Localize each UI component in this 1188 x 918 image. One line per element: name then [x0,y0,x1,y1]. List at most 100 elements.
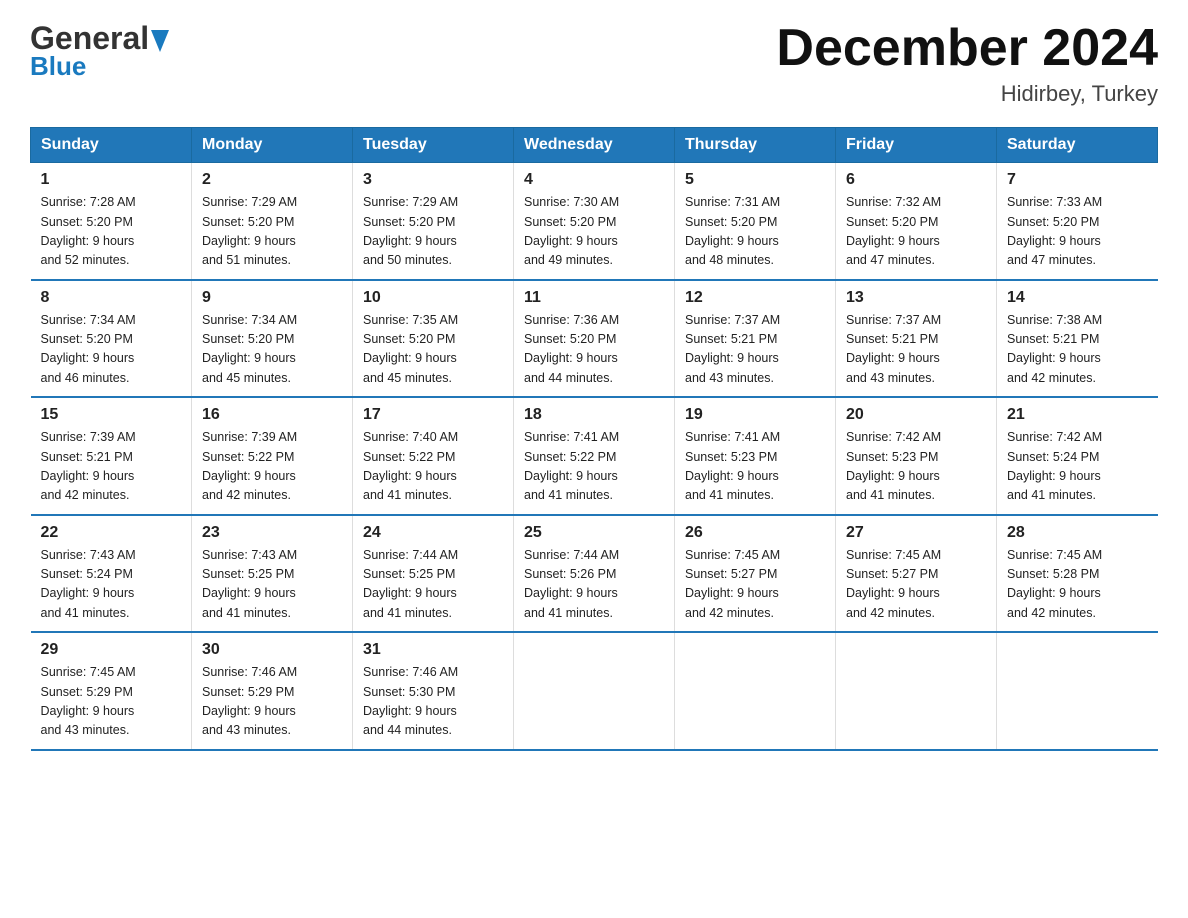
calendar-day-cell: 21 Sunrise: 7:42 AMSunset: 5:24 PMDaylig… [997,397,1158,515]
day-info: Sunrise: 7:45 AMSunset: 5:29 PMDaylight:… [41,663,182,741]
calendar-day-cell: 4 Sunrise: 7:30 AMSunset: 5:20 PMDayligh… [514,163,675,280]
calendar-day-cell: 8 Sunrise: 7:34 AMSunset: 5:20 PMDayligh… [31,280,192,398]
calendar-week-row: 1 Sunrise: 7:28 AMSunset: 5:20 PMDayligh… [31,163,1158,280]
day-number: 31 [363,641,503,659]
day-info: Sunrise: 7:44 AMSunset: 5:26 PMDaylight:… [524,546,664,624]
day-info: Sunrise: 7:41 AMSunset: 5:22 PMDaylight:… [524,428,664,506]
calendar-day-cell [675,632,836,750]
day-info: Sunrise: 7:42 AMSunset: 5:24 PMDaylight:… [1007,428,1148,506]
location-text: Hidirbey, Turkey [776,81,1158,107]
day-info: Sunrise: 7:34 AMSunset: 5:20 PMDaylight:… [202,311,342,389]
calendar-day-header: Monday [192,128,353,163]
calendar-day-cell: 30 Sunrise: 7:46 AMSunset: 5:29 PMDaylig… [192,632,353,750]
calendar-day-cell: 23 Sunrise: 7:43 AMSunset: 5:25 PMDaylig… [192,515,353,633]
calendar-day-cell: 19 Sunrise: 7:41 AMSunset: 5:23 PMDaylig… [675,397,836,515]
day-info: Sunrise: 7:31 AMSunset: 5:20 PMDaylight:… [685,193,825,271]
day-info: Sunrise: 7:29 AMSunset: 5:20 PMDaylight:… [202,193,342,271]
day-info: Sunrise: 7:39 AMSunset: 5:21 PMDaylight:… [41,428,182,506]
calendar-day-header: Wednesday [514,128,675,163]
day-info: Sunrise: 7:46 AMSunset: 5:29 PMDaylight:… [202,663,342,741]
calendar-day-header: Saturday [997,128,1158,163]
day-info: Sunrise: 7:33 AMSunset: 5:20 PMDaylight:… [1007,193,1148,271]
calendar-day-cell [514,632,675,750]
calendar-day-cell [836,632,997,750]
day-number: 17 [363,406,503,424]
day-number: 19 [685,406,825,424]
day-number: 28 [1007,524,1148,542]
day-info: Sunrise: 7:32 AMSunset: 5:20 PMDaylight:… [846,193,986,271]
day-info: Sunrise: 7:39 AMSunset: 5:22 PMDaylight:… [202,428,342,506]
day-info: Sunrise: 7:46 AMSunset: 5:30 PMDaylight:… [363,663,503,741]
calendar-day-cell: 27 Sunrise: 7:45 AMSunset: 5:27 PMDaylig… [836,515,997,633]
calendar-day-cell: 26 Sunrise: 7:45 AMSunset: 5:27 PMDaylig… [675,515,836,633]
day-info: Sunrise: 7:45 AMSunset: 5:27 PMDaylight:… [685,546,825,624]
calendar-day-cell: 29 Sunrise: 7:45 AMSunset: 5:29 PMDaylig… [31,632,192,750]
calendar-day-cell: 10 Sunrise: 7:35 AMSunset: 5:20 PMDaylig… [353,280,514,398]
month-title: December 2024 [776,20,1158,77]
calendar-day-cell: 20 Sunrise: 7:42 AMSunset: 5:23 PMDaylig… [836,397,997,515]
day-number: 29 [41,641,182,659]
day-number: 23 [202,524,342,542]
calendar-day-cell: 18 Sunrise: 7:41 AMSunset: 5:22 PMDaylig… [514,397,675,515]
page-header: General Blue December 2024 Hidirbey, Tur… [30,20,1158,107]
day-info: Sunrise: 7:37 AMSunset: 5:21 PMDaylight:… [846,311,986,389]
day-number: 13 [846,289,986,307]
day-number: 27 [846,524,986,542]
day-number: 24 [363,524,503,542]
day-number: 20 [846,406,986,424]
title-block: December 2024 Hidirbey, Turkey [776,20,1158,107]
day-number: 14 [1007,289,1148,307]
logo: General Blue [30,20,169,82]
day-number: 22 [41,524,182,542]
day-info: Sunrise: 7:28 AMSunset: 5:20 PMDaylight:… [41,193,182,271]
day-info: Sunrise: 7:29 AMSunset: 5:20 PMDaylight:… [363,193,503,271]
logo-triangle-icon [151,30,169,52]
day-info: Sunrise: 7:45 AMSunset: 5:27 PMDaylight:… [846,546,986,624]
calendar-day-cell: 22 Sunrise: 7:43 AMSunset: 5:24 PMDaylig… [31,515,192,633]
day-info: Sunrise: 7:45 AMSunset: 5:28 PMDaylight:… [1007,546,1148,624]
day-info: Sunrise: 7:40 AMSunset: 5:22 PMDaylight:… [363,428,503,506]
calendar-day-cell: 14 Sunrise: 7:38 AMSunset: 5:21 PMDaylig… [997,280,1158,398]
calendar-day-header: Thursday [675,128,836,163]
calendar-day-cell: 1 Sunrise: 7:28 AMSunset: 5:20 PMDayligh… [31,163,192,280]
day-number: 8 [41,289,182,307]
calendar-week-row: 22 Sunrise: 7:43 AMSunset: 5:24 PMDaylig… [31,515,1158,633]
day-number: 15 [41,406,182,424]
day-info: Sunrise: 7:43 AMSunset: 5:24 PMDaylight:… [41,546,182,624]
calendar-day-cell: 13 Sunrise: 7:37 AMSunset: 5:21 PMDaylig… [836,280,997,398]
day-info: Sunrise: 7:30 AMSunset: 5:20 PMDaylight:… [524,193,664,271]
day-number: 2 [202,171,342,189]
day-number: 1 [41,171,182,189]
calendar-day-cell: 15 Sunrise: 7:39 AMSunset: 5:21 PMDaylig… [31,397,192,515]
day-number: 7 [1007,171,1148,189]
day-info: Sunrise: 7:36 AMSunset: 5:20 PMDaylight:… [524,311,664,389]
calendar-day-cell [997,632,1158,750]
logo-blue-text: Blue [30,51,86,82]
calendar-table: SundayMondayTuesdayWednesdayThursdayFrid… [30,127,1158,751]
day-info: Sunrise: 7:41 AMSunset: 5:23 PMDaylight:… [685,428,825,506]
calendar-day-cell: 28 Sunrise: 7:45 AMSunset: 5:28 PMDaylig… [997,515,1158,633]
calendar-day-cell: 2 Sunrise: 7:29 AMSunset: 5:20 PMDayligh… [192,163,353,280]
calendar-day-cell: 24 Sunrise: 7:44 AMSunset: 5:25 PMDaylig… [353,515,514,633]
calendar-day-cell: 25 Sunrise: 7:44 AMSunset: 5:26 PMDaylig… [514,515,675,633]
day-info: Sunrise: 7:42 AMSunset: 5:23 PMDaylight:… [846,428,986,506]
calendar-day-cell: 31 Sunrise: 7:46 AMSunset: 5:30 PMDaylig… [353,632,514,750]
day-number: 4 [524,171,664,189]
calendar-day-header: Friday [836,128,997,163]
day-number: 21 [1007,406,1148,424]
day-info: Sunrise: 7:38 AMSunset: 5:21 PMDaylight:… [1007,311,1148,389]
day-number: 10 [363,289,503,307]
calendar-day-header: Tuesday [353,128,514,163]
day-number: 9 [202,289,342,307]
day-number: 11 [524,289,664,307]
day-number: 3 [363,171,503,189]
day-info: Sunrise: 7:43 AMSunset: 5:25 PMDaylight:… [202,546,342,624]
day-number: 16 [202,406,342,424]
day-info: Sunrise: 7:34 AMSunset: 5:20 PMDaylight:… [41,311,182,389]
calendar-week-row: 8 Sunrise: 7:34 AMSunset: 5:20 PMDayligh… [31,280,1158,398]
day-info: Sunrise: 7:35 AMSunset: 5:20 PMDaylight:… [363,311,503,389]
calendar-day-cell: 6 Sunrise: 7:32 AMSunset: 5:20 PMDayligh… [836,163,997,280]
calendar-day-cell: 16 Sunrise: 7:39 AMSunset: 5:22 PMDaylig… [192,397,353,515]
calendar-week-row: 15 Sunrise: 7:39 AMSunset: 5:21 PMDaylig… [31,397,1158,515]
calendar-day-cell: 5 Sunrise: 7:31 AMSunset: 5:20 PMDayligh… [675,163,836,280]
